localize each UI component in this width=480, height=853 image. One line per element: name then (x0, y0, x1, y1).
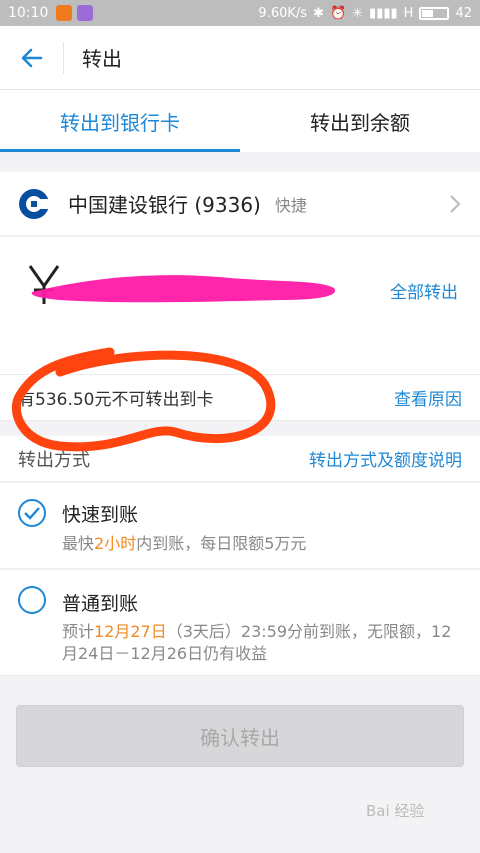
battery-level: 42 (455, 5, 472, 21)
desc-text: 最快 (62, 534, 95, 553)
header: 转出 (0, 26, 480, 90)
moon-notification-icon (77, 5, 94, 21)
radio-checked[interactable] (18, 499, 46, 527)
desc-text: 内到账，每日限额5万元 (136, 534, 307, 553)
signal-icon: ▮▮▮▮ (369, 5, 398, 21)
status-time: 10:10 (8, 5, 49, 21)
option-desc: 预计12月27日（3天后）23:59分前到账，无限额，12月24日－12月26日… (62, 621, 462, 665)
notice-text: 有536.50元不可转出到卡 (18, 390, 214, 410)
option-title: 普通到账 (62, 593, 139, 615)
desc-highlight: 12月27日 (94, 622, 167, 641)
loading-icon: ✳ (352, 5, 364, 21)
method-header: 转出方式 转出方式及额度说明 (0, 436, 480, 482)
alarm-icon: ⏰ (329, 5, 347, 21)
notice-row: 有536.50元不可转出到卡 查看原因 (0, 375, 480, 421)
method-label: 转出方式 (18, 449, 90, 471)
all-out-link[interactable]: 全部转出 (390, 278, 458, 303)
option-fast[interactable]: 快速到账 最快2小时内到账，每日限额5万元 (0, 483, 480, 569)
watermark: Bai 经验 (366, 802, 425, 820)
bank-tag: 快捷 (274, 195, 307, 215)
desc-highlight: 2小时 (94, 534, 137, 553)
status-bar: 10:10 9.60K/s ✱ ⏰ ✳ ▮▮▮▮ H 42 (0, 0, 480, 26)
chevron-right-icon (450, 194, 461, 213)
view-reason-link[interactable]: 查看原因 (394, 385, 462, 410)
check-icon (24, 507, 40, 520)
status-right: 9.60K/s ✱ ⏰ ✳ ▮▮▮▮ H 42 (258, 6, 472, 21)
bank-card-selector[interactable]: 中国建设银行 (9336) 快捷 (0, 172, 480, 236)
app-notification-icon (56, 5, 73, 21)
tab-to-balance[interactable]: 转出到余额 (240, 90, 480, 152)
tab-to-bank-card[interactable]: 转出到银行卡 (0, 90, 240, 152)
option-normal[interactable]: 普通到账 预计12月27日（3天后）23:59分前到账，无限额，12月24日－1… (0, 570, 480, 676)
method-info-link[interactable]: 转出方式及额度说明 (309, 446, 462, 471)
option-title: 快速到账 (62, 504, 139, 526)
back-button[interactable] (0, 41, 64, 74)
radio-unchecked[interactable] (18, 586, 46, 614)
bank-name: 中国建设银行 (9336) (68, 193, 261, 217)
network-type: H (403, 5, 414, 21)
desc-text: 预计 (62, 622, 95, 641)
page-title: 转出 (82, 47, 122, 71)
yen-icon (28, 265, 60, 304)
amount-input[interactable] (86, 278, 366, 308)
ccb-logo-icon (19, 188, 50, 219)
network-speed: 9.60K/s (258, 5, 308, 21)
bluetooth-icon: ✱ (313, 5, 324, 21)
option-desc: 最快2小时内到账，每日限额5万元 (62, 533, 306, 555)
back-arrow-icon (21, 48, 42, 67)
battery-icon (419, 6, 450, 20)
confirm-transfer-button[interactable]: 确认转出 (16, 705, 464, 767)
tab-bar: 转出到银行卡 转出到余额 (0, 90, 480, 152)
